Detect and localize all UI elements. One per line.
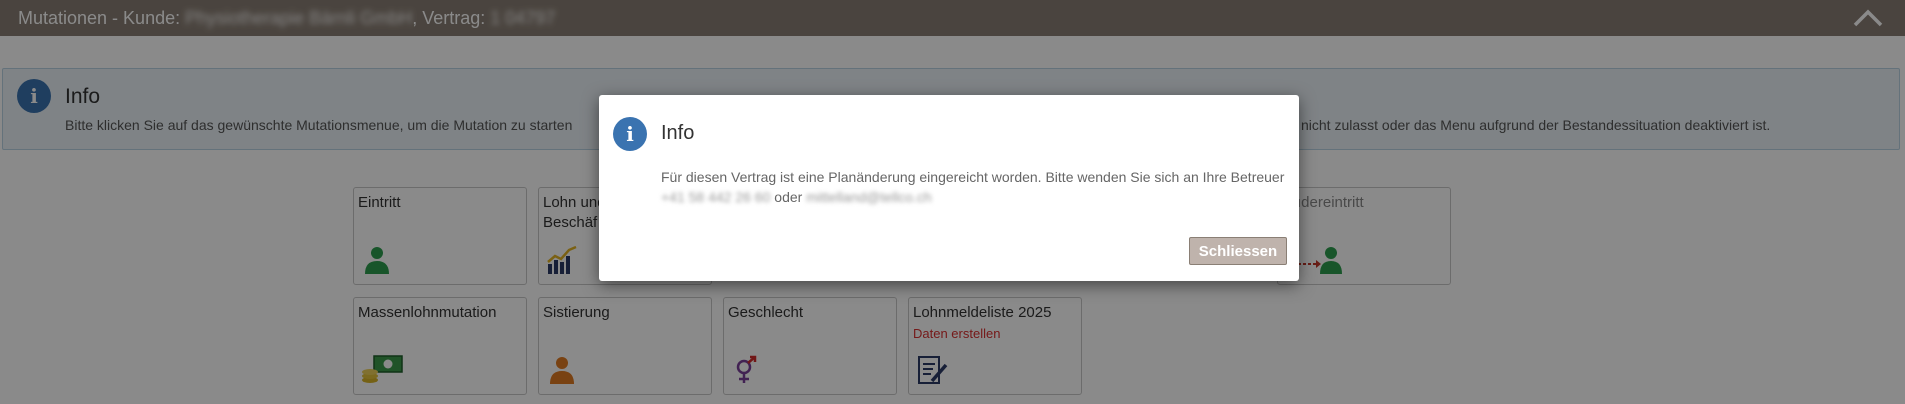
- close-button[interactable]: Schliessen: [1189, 237, 1287, 265]
- dialog-title: Info: [661, 122, 695, 144]
- dialog-message: Für diesen Vertrag ist eine Planänderung…: [661, 167, 1284, 207]
- contact-email[interactable]: mittelland@tellco.ch: [806, 189, 932, 205]
- info-icon: i: [613, 117, 647, 151]
- dialog-connector: oder: [770, 189, 807, 205]
- contact-phone[interactable]: +41 58 442 26 60: [661, 189, 770, 205]
- dialog-message-text: Für diesen Vertrag ist eine Planänderung…: [661, 169, 1285, 185]
- info-dialog: i Info Für diesen Vertrag ist eine Planä…: [599, 95, 1299, 281]
